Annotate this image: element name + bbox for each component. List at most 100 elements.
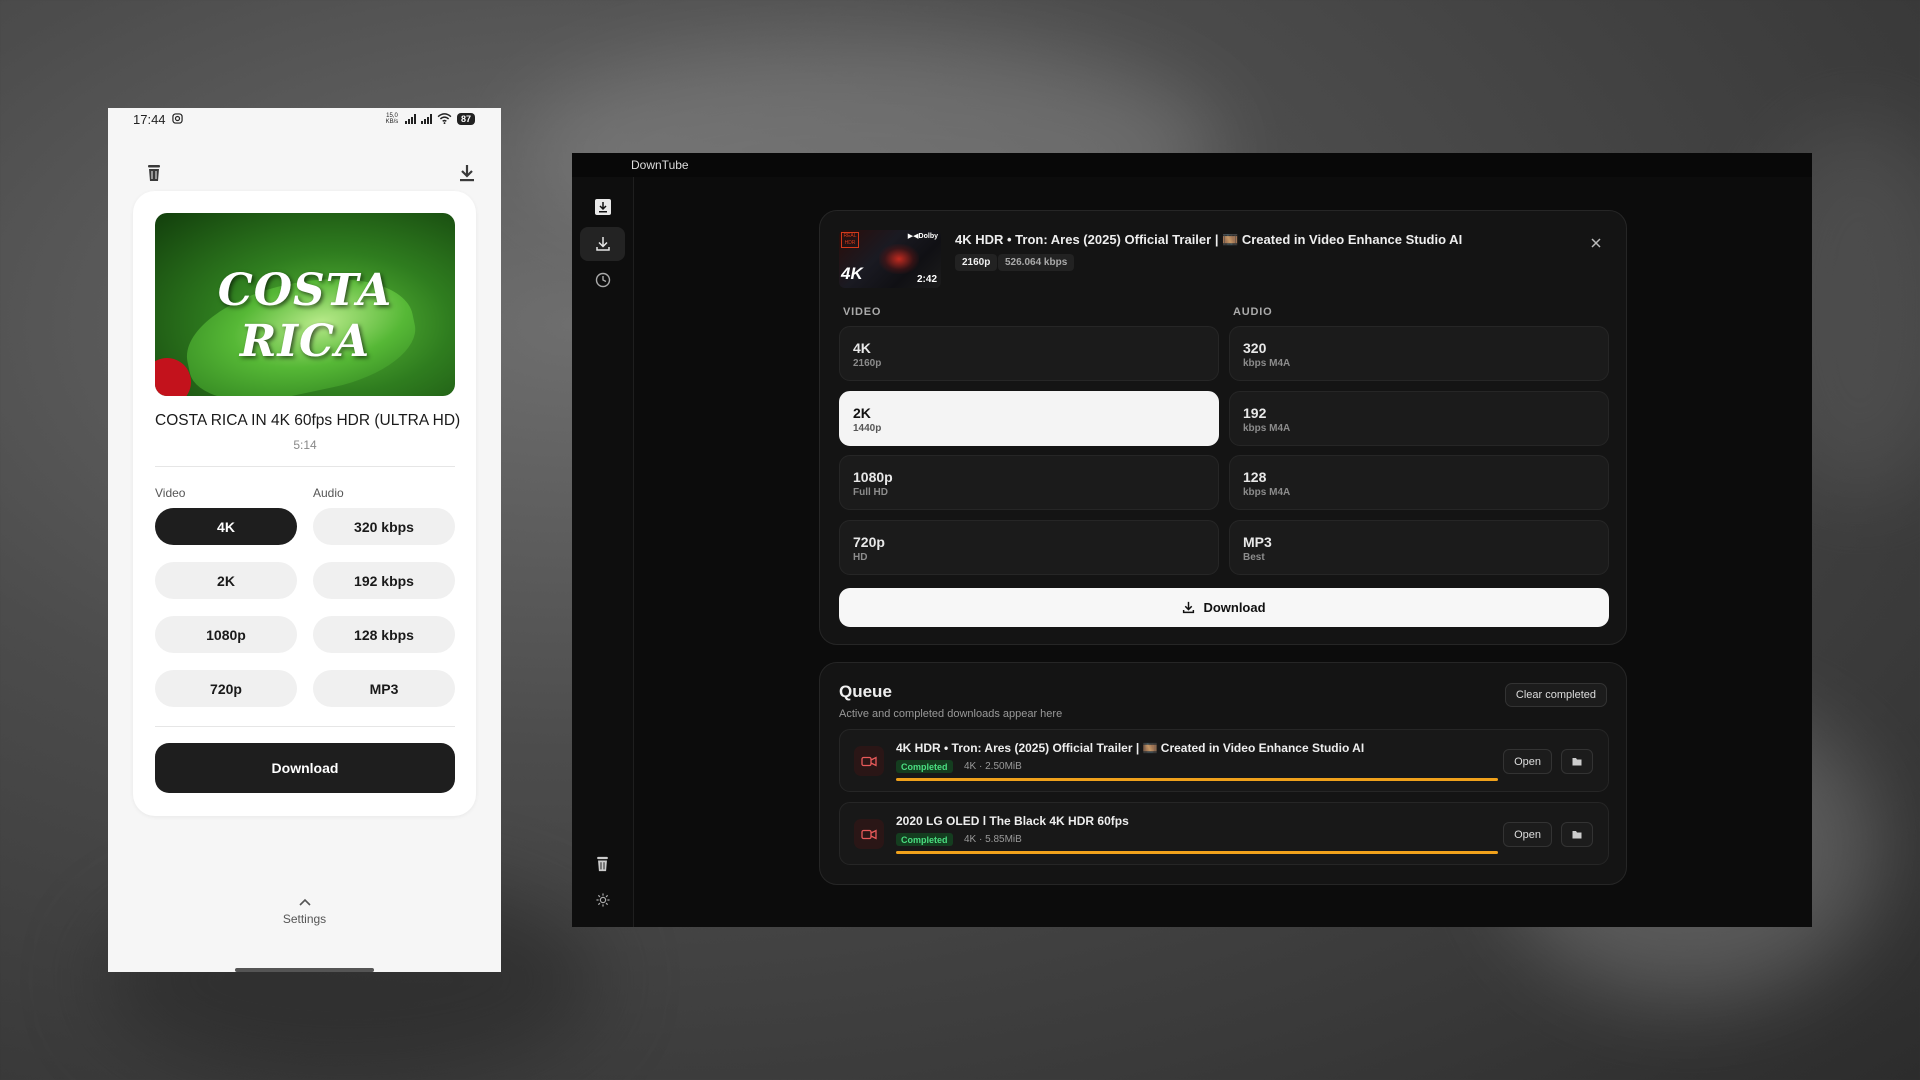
download-icon [1183,601,1195,614]
desktop-window: DownTube REAL HDR ▶◀Dolby 4K 2:42 4K HDR… [572,153,1812,927]
settings-toggle[interactable]: Settings [108,894,501,926]
queue-item-meta: 4K · 2.50MiB [964,761,1022,772]
video-duration: 2:42 [916,274,937,285]
queue-item-name: 4K HDR • Tron: Ares (2025) Official Trai… [896,741,1365,755]
home-indicator [235,968,374,972]
folder-icon [1572,831,1582,839]
status-badge: Completed [896,760,953,773]
resolution-chip: 2160p [955,254,998,271]
audio-option-320[interactable]: 320 kbps M4A [1229,326,1609,381]
queue-subtitle: Active and completed downloads appear he… [839,708,1063,720]
battery-indicator: 87 [456,113,475,125]
divider [155,466,455,467]
clear-completed-button[interactable]: Clear completed [1504,683,1607,707]
option-subtitle: Best [1243,552,1265,563]
queue-card: Queue Active and completed downloads app… [819,662,1627,885]
queue-item-meta: 4K · 5.85MiB [964,834,1022,845]
option-subtitle: kbps M4A [1243,487,1291,498]
option-title: 320 [1243,340,1267,356]
audio-option-mp3[interactable]: MP3 [313,670,455,707]
download-icon[interactable] [459,164,475,187]
option-title: 192 [1243,405,1267,421]
progress-bar [896,778,1498,781]
audio-option-320[interactable]: 320 kbps [313,508,455,545]
progress-bar [896,851,1498,854]
option-title: 2K [853,405,871,421]
open-button[interactable]: Open [1503,749,1552,774]
video-camera-icon [854,746,884,776]
queue-item: 2020 LG OLED l The Black 4K HDR 60fps Co… [839,802,1609,865]
audio-option-192[interactable]: 192 kbps M4A [1229,391,1609,446]
audio-option-128[interactable]: 128 kbps [313,616,455,653]
audio-option-mp3[interactable]: MP3 Best [1229,520,1609,575]
trash-icon[interactable] [146,163,162,188]
audio-section-label: AUDIO [1233,306,1273,318]
video-thumbnail: REAL HDR ▶◀Dolby 4K 2:42 [839,230,941,288]
logo-icon [580,190,625,224]
option-subtitle: HD [853,552,868,563]
option-subtitle: kbps M4A [1243,358,1291,369]
video-title: COSTA RICA IN 4K 60fps HDR (ULTRA HD) [155,412,461,429]
history-icon [595,272,610,288]
queue-item-name: 2020 LG OLED l The Black 4K HDR 60fps [896,814,1129,828]
sidebar-item-downloads[interactable] [580,227,625,261]
divider [155,726,455,727]
queue-title: Queue [839,682,892,701]
option-subtitle: 2160p [853,358,882,369]
download-button[interactable]: Download [839,588,1609,627]
bitrate-chip: 526.064 kbps [998,254,1075,271]
video-option-2k[interactable]: 2K [155,562,297,599]
video-section-label: VIDEO [843,306,882,318]
download-card: REAL HDR ▶◀Dolby 4K 2:42 4K HDR • Tron: … [819,210,1627,645]
open-button[interactable]: Open [1503,822,1552,847]
status-badge: Completed [896,833,953,846]
video-option-4k[interactable]: 4K 2160p [839,326,1219,381]
video-duration: 5:14 [293,438,317,452]
video-section-label: Video [155,486,186,500]
folder-icon [1572,758,1582,766]
video-thumbnail: COSTA RICA [155,213,455,396]
option-subtitle: 1440p [853,423,882,434]
app-title: DownTube [631,158,689,172]
phone-toolbar [108,158,501,192]
dolby-badge: ▶◀Dolby [907,233,938,240]
main-content: REAL HDR ▶◀Dolby 4K 2:42 4K HDR • Tron: … [635,177,1812,927]
sidebar-item-trash[interactable] [580,847,625,881]
audio-option-128[interactable]: 128 kbps M4A [1229,455,1609,510]
status-bar: 17:44 15,0 KB/s 87 [108,108,501,130]
video-option-2k[interactable]: 2K 1440p [839,391,1219,446]
hdr-badge: REAL HDR [841,232,859,248]
video-option-1080p[interactable]: 1080p Full HD [839,455,1219,510]
phone-screen: 17:44 15,0 KB/s 87 COSTA RICA COSTA RICA… [108,108,501,972]
download-label: Download [1203,600,1266,615]
chevron-up-icon [108,894,501,908]
close-icon[interactable] [1591,235,1601,251]
video-option-720p[interactable]: 720p [155,670,297,707]
video-title: 4K HDR • Tron: Ares (2025) Official Trai… [955,232,1463,247]
option-title: 720p [853,534,885,550]
video-camera-icon [854,819,884,849]
folder-button[interactable] [1561,749,1593,774]
status-time: 17:44 [133,111,166,127]
option-title: 4K [853,340,871,356]
audio-option-192[interactable]: 192 kbps [313,562,455,599]
settings-label: Settings [282,912,327,926]
video-option-4k[interactable]: 4K [155,508,297,545]
settings-icon [595,893,610,907]
option-subtitle: kbps M4A [1243,423,1291,434]
signal-icon [420,114,432,124]
folder-button[interactable] [1561,822,1593,847]
wifi-icon [437,112,452,126]
instagram-icon [171,112,183,127]
video-option-1080p[interactable]: 1080p [155,616,297,653]
video-option-720p[interactable]: 720p HD [839,520,1219,575]
download-button[interactable]: Download [155,743,455,793]
option-subtitle: Full HD [853,487,888,498]
option-title: 1080p [853,469,893,485]
option-title: MP3 [1243,534,1272,550]
sidebar-item-settings[interactable] [580,883,625,917]
sidebar-item-history[interactable] [580,263,625,297]
thumbnail-title: COSTA RICA [217,265,393,367]
title-bar: DownTube [572,153,1812,177]
net-speed: 15,0 KB/s [385,113,399,125]
